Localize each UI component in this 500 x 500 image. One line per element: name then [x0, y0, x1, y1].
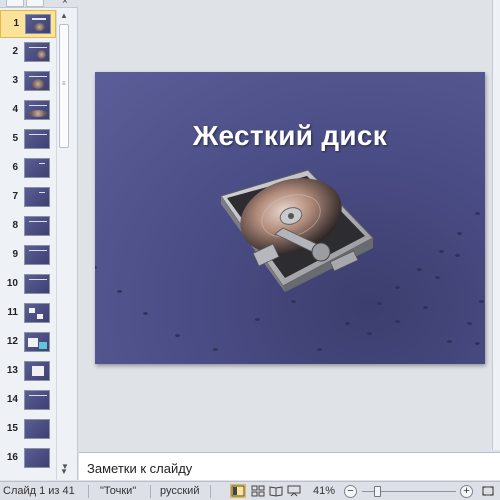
divider: [150, 485, 151, 498]
divider: [210, 485, 211, 498]
slide-counter: Слайд 1 из 41: [3, 485, 75, 497]
slide-thumbnail-12[interactable]: 12: [0, 329, 56, 357]
slide-sorter-button[interactable]: [250, 484, 266, 498]
slide-number: 16: [6, 452, 18, 463]
reading-view-button[interactable]: [268, 484, 284, 498]
slide-preview: [24, 187, 50, 207]
slide-thumbnail-13[interactable]: 13: [0, 358, 56, 386]
slide-number: 3: [12, 75, 18, 86]
slide-thumbnail-11[interactable]: 11: [0, 300, 56, 328]
slide-number: 9: [12, 249, 18, 260]
slide-thumbnail-1[interactable]: 1: [0, 10, 56, 38]
zoom-in-icon[interactable]: +: [460, 485, 473, 498]
slide-thumbnail-8[interactable]: 8: [0, 213, 56, 241]
slide-preview: [24, 100, 50, 120]
slide-preview: [24, 216, 50, 236]
slide-preview: [24, 303, 50, 323]
slide-thumbnail-16[interactable]: 16: [0, 445, 56, 473]
slide-preview: [25, 14, 51, 34]
slide-editor: Жесткий диск: [79, 0, 500, 450]
slide-thumbnail-14[interactable]: 14: [0, 387, 56, 415]
slide-preview: [24, 158, 50, 178]
notes-placeholder[interactable]: Заметки к слайду: [87, 461, 192, 476]
divider: [88, 485, 89, 498]
thumbnail-list: 1 2 3 4 5 6 7 8 9 10 11 12 13 14 15 16: [0, 10, 56, 480]
slide-number: 12: [6, 336, 18, 347]
slide-thumbnail-5[interactable]: 5: [0, 126, 56, 154]
slide-number: 10: [6, 278, 18, 289]
slide-thumbnail-4[interactable]: 4: [0, 97, 56, 125]
slide-number: 14: [6, 394, 18, 405]
slide-preview: [24, 448, 50, 468]
zoom-slider-thumb[interactable]: [374, 486, 381, 497]
slide-number: 5: [12, 133, 18, 144]
zoom-level[interactable]: 41%: [313, 485, 335, 497]
normal-view-icon: [231, 485, 245, 497]
grip-icon: ≡: [62, 81, 66, 87]
slide-thumbnail-3[interactable]: 3: [0, 68, 56, 96]
normal-view-button[interactable]: [230, 484, 246, 498]
thumbnail-scrollbar[interactable]: ▲ ≡ ▼: [56, 10, 70, 480]
slideshow-button[interactable]: [286, 484, 302, 498]
slide-preview: [24, 390, 50, 410]
fit-to-window-icon: [482, 486, 494, 496]
language-indicator[interactable]: русский: [160, 485, 199, 497]
slide-preview: [24, 361, 50, 381]
slide-number: 4: [12, 104, 18, 115]
slide-thumbnail-2[interactable]: 2: [0, 39, 56, 67]
scrollbar-thumb[interactable]: ≡: [59, 24, 69, 148]
slide-preview: [24, 42, 50, 62]
slide-thumbnail-10[interactable]: 10: [0, 271, 56, 299]
notes-pane[interactable]: Заметки к слайду: [79, 452, 500, 480]
slide-number: 13: [6, 365, 18, 376]
hard-disk-image[interactable]: [213, 168, 378, 293]
slide-thumbnail-9[interactable]: 9: [0, 242, 56, 270]
slideshow-icon: [287, 485, 301, 497]
right-scrollbar[interactable]: [492, 0, 500, 450]
slide-title[interactable]: Жесткий диск: [95, 120, 485, 152]
slide-number: 8: [12, 220, 18, 231]
slide-number: 2: [12, 46, 18, 57]
reading-view-icon: [269, 486, 283, 497]
tab-outline[interactable]: [26, 0, 44, 7]
slide-number: 11: [7, 307, 18, 318]
close-icon[interactable]: ×: [62, 0, 68, 7]
slide-sorter-icon: [251, 485, 265, 497]
slides-panel: × 1 2 3 4 5 6 7 8 9 10 11 12 13 14 15 16…: [0, 0, 78, 480]
zoom-out-icon[interactable]: −: [344, 485, 357, 498]
slide-thumbnail-15[interactable]: 15: [0, 416, 56, 444]
status-bar: Слайд 1 из 41 "Точки" русский 41% − +: [0, 481, 500, 500]
slide-preview: [24, 129, 50, 149]
slide-number: 7: [12, 191, 18, 202]
tab-slides[interactable]: [6, 0, 24, 7]
theme-name[interactable]: "Точки": [100, 485, 136, 497]
slide-thumbnail-7[interactable]: 7: [0, 184, 56, 212]
slide-thumbnail-6[interactable]: 6: [0, 155, 56, 183]
slide-number: 1: [13, 18, 19, 29]
slide-preview: [24, 332, 50, 352]
fit-to-window-button[interactable]: [480, 484, 496, 498]
slide-preview: [24, 274, 50, 294]
slide-number: 6: [12, 162, 18, 173]
slide-preview: [24, 419, 50, 439]
slide-preview: [24, 71, 50, 91]
current-slide[interactable]: Жесткий диск: [95, 72, 485, 364]
scroll-down-icon[interactable]: ▼: [61, 462, 69, 471]
panel-tabs: ×: [0, 0, 78, 8]
slide-preview: [24, 245, 50, 265]
scroll-up-icon[interactable]: ▲: [57, 10, 71, 22]
slide-number: 15: [6, 423, 18, 434]
